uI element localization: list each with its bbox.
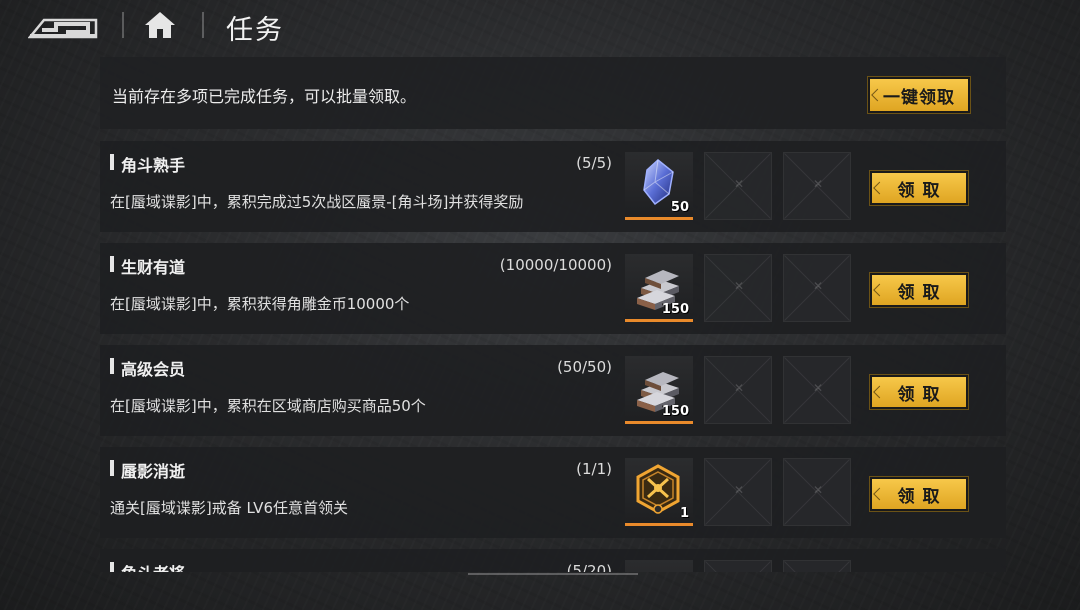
- empty-reward-slot: ✕: [783, 356, 851, 424]
- reward-slot[interactable]: 150: [625, 254, 693, 322]
- home-icon[interactable]: [142, 9, 178, 41]
- empty-reward-slot: [783, 560, 851, 572]
- empty-slot-mark: ✕: [813, 381, 824, 395]
- task-progress: (50/50): [557, 358, 612, 376]
- task-row: 蜃影消逝 (1/1) 通关[蜃域谍影]戒备 LV6任意首领关 1 ✕ ✕ 领 取: [100, 447, 1006, 538]
- claim-button[interactable]: 领 取: [870, 171, 968, 205]
- empty-slot-mark: ✕: [813, 279, 824, 293]
- empty-slot-mark: ✕: [734, 483, 745, 497]
- task-title: 高级会员: [110, 356, 185, 380]
- task-row: 高级会员 (50/50) 在[蜃域谍影]中，累积在区域商店购买商品50个 150…: [100, 345, 1006, 436]
- bulk-claim-notice: 当前存在多项已完成任务，可以批量领取。: [112, 87, 417, 106]
- task-row: 角斗熟手 (5/5) 在[蜃域谍影]中，累积完成过5次战区蜃景-[角斗场]并获得…: [100, 141, 1006, 232]
- header-divider: [122, 12, 124, 38]
- task-progress: (10000/10000): [499, 256, 612, 274]
- empty-reward-slot: [704, 560, 772, 572]
- task-title: 生财有道: [110, 254, 185, 278]
- task-title: 角斗老将: [110, 560, 185, 572]
- claim-button[interactable]: 领 取: [870, 375, 968, 409]
- reward-quantity: 150: [661, 302, 689, 317]
- empty-slot-mark: ✕: [813, 483, 824, 497]
- task-description: 在[蜃域谍影]中，累积在区域商店购买商品50个: [110, 397, 426, 415]
- empty-reward-slot: ✕: [704, 356, 772, 424]
- empty-slot-mark: ✕: [734, 381, 745, 395]
- bulk-claim-bar: 当前存在多项已完成任务，可以批量领取。 一键领取: [100, 57, 1006, 129]
- empty-slot-mark: ✕: [734, 279, 745, 293]
- empty-reward-slot: ✕: [783, 152, 851, 220]
- scroll-indicator[interactable]: [468, 573, 638, 575]
- task-row: 角斗老将 (5/20): [100, 549, 1006, 572]
- empty-reward-slot: ✕: [704, 152, 772, 220]
- reward-slot[interactable]: 1: [625, 458, 693, 526]
- empty-reward-slot: ✕: [783, 254, 851, 322]
- task-description: 在[蜃域谍影]中，累积获得角雕金币10000个: [110, 295, 410, 313]
- reward-quantity: 150: [661, 404, 689, 419]
- empty-slot-mark: ✕: [734, 177, 745, 191]
- reward-quantity: 50: [670, 200, 689, 215]
- claim-all-button[interactable]: 一键领取: [868, 77, 970, 113]
- reward-slot[interactable]: 150: [625, 356, 693, 424]
- hexagon-emblem-icon: [636, 464, 680, 514]
- empty-reward-slot: ✕: [783, 458, 851, 526]
- task-description: 通关[蜃域谍影]戒备 LV6任意首领关: [110, 499, 348, 517]
- task-title: 角斗熟手: [110, 152, 185, 176]
- top-bar: 任务: [0, 0, 1080, 52]
- back-arrow-icon[interactable]: [27, 10, 104, 40]
- task-progress: (5/5): [576, 154, 612, 172]
- empty-reward-slot: ✕: [704, 254, 772, 322]
- task-list[interactable]: 角斗熟手 (5/5) 在[蜃域谍影]中，累积完成过5次战区蜃景-[角斗场]并获得…: [100, 141, 1006, 572]
- task-progress: (1/1): [576, 460, 612, 478]
- empty-reward-slot: ✕: [704, 458, 772, 526]
- task-row: 生财有道 (10000/10000) 在[蜃域谍影]中，累积获得角雕金币1000…: [100, 243, 1006, 334]
- reward-slot[interactable]: [625, 560, 693, 572]
- task-progress: (5/20): [566, 562, 612, 572]
- header-divider: [202, 12, 204, 38]
- task-title: 蜃影消逝: [110, 458, 185, 482]
- claim-button[interactable]: 领 取: [870, 273, 968, 307]
- claim-button[interactable]: 领 取: [870, 477, 968, 511]
- page-title: 任务: [226, 15, 284, 46]
- task-description: 在[蜃域谍影]中，累积完成过5次战区蜃景-[角斗场]并获得奖励: [110, 193, 524, 211]
- reward-slot[interactable]: 50: [625, 152, 693, 220]
- reward-quantity: 1: [679, 506, 689, 521]
- empty-slot-mark: ✕: [813, 177, 824, 191]
